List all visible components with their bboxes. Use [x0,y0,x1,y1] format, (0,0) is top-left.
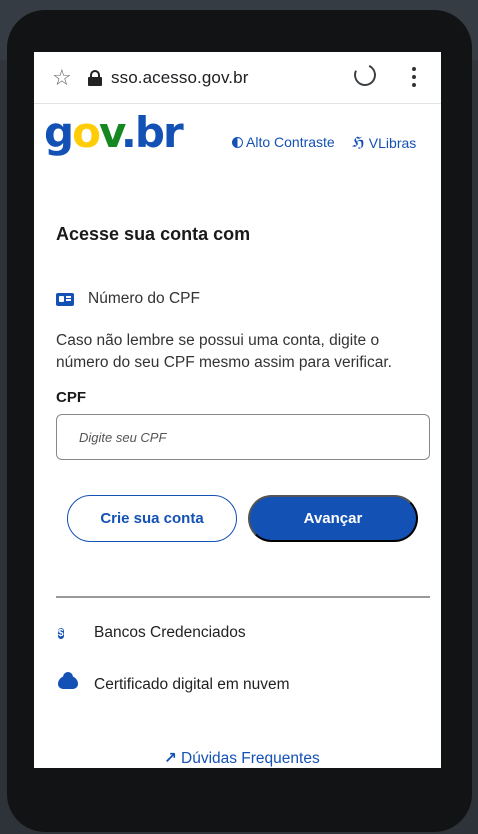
menu-kebab-icon[interactable] [412,67,416,91]
phone-screen: ☆ sso.acesso.gov.br gov.br Alto Contrast… [34,52,441,768]
id-card-icon [56,292,74,306]
phone-frame: ☆ sso.acesso.gov.br gov.br Alto Contrast… [7,10,472,832]
login-title: Acesse sua conta com [56,224,251,244]
help-text: Caso não lembre se possui uma conta, dig… [56,332,392,371]
lock-icon[interactable] [88,69,102,86]
cpf-label: CPF [56,389,86,406]
high-contrast-toggle[interactable]: Alto Contraste [232,134,335,150]
bank-icon: $ [58,628,64,639]
create-account-button[interactable]: Crie sua conta [67,495,237,542]
reload-icon[interactable] [350,60,380,90]
sign-language-icon: ℌ [352,134,365,150]
banks-label: Bancos Credenciados [94,623,246,641]
gov-br-logo[interactable]: gov.br [44,112,184,154]
cpf-input[interactable] [56,414,430,460]
gov-header: gov.br Alto Contraste ℌ VLibras [34,104,441,174]
cloud-certificate-link[interactable]: Certificado digital em nuvem [58,672,290,694]
browser-address-bar: ☆ sso.acesso.gov.br [34,52,441,104]
faq-label: Dúvidas Frequentes [181,749,320,767]
url-text[interactable]: sso.acesso.gov.br [111,68,248,88]
bookmark-star-icon[interactable]: ☆ [52,65,76,91]
next-button[interactable]: Avançar [248,495,418,542]
external-link-icon: ↗ [164,750,177,767]
contrast-icon [232,136,243,148]
banks-link[interactable]: $ Bancos Credenciados [58,623,246,642]
vlibras-button[interactable]: ℌ VLibras [352,134,416,151]
cloud-certificate-label: Certificado digital em nuvem [94,676,290,693]
cpf-method-label: Número do CPF [56,290,200,308]
vlibras-label: VLibras [368,134,417,151]
faq-link[interactable]: ↗ Dúvidas Frequentes [164,749,320,768]
cloud-icon [58,672,78,689]
contrast-label: Alto Contraste [246,134,335,150]
divider [56,596,430,598]
